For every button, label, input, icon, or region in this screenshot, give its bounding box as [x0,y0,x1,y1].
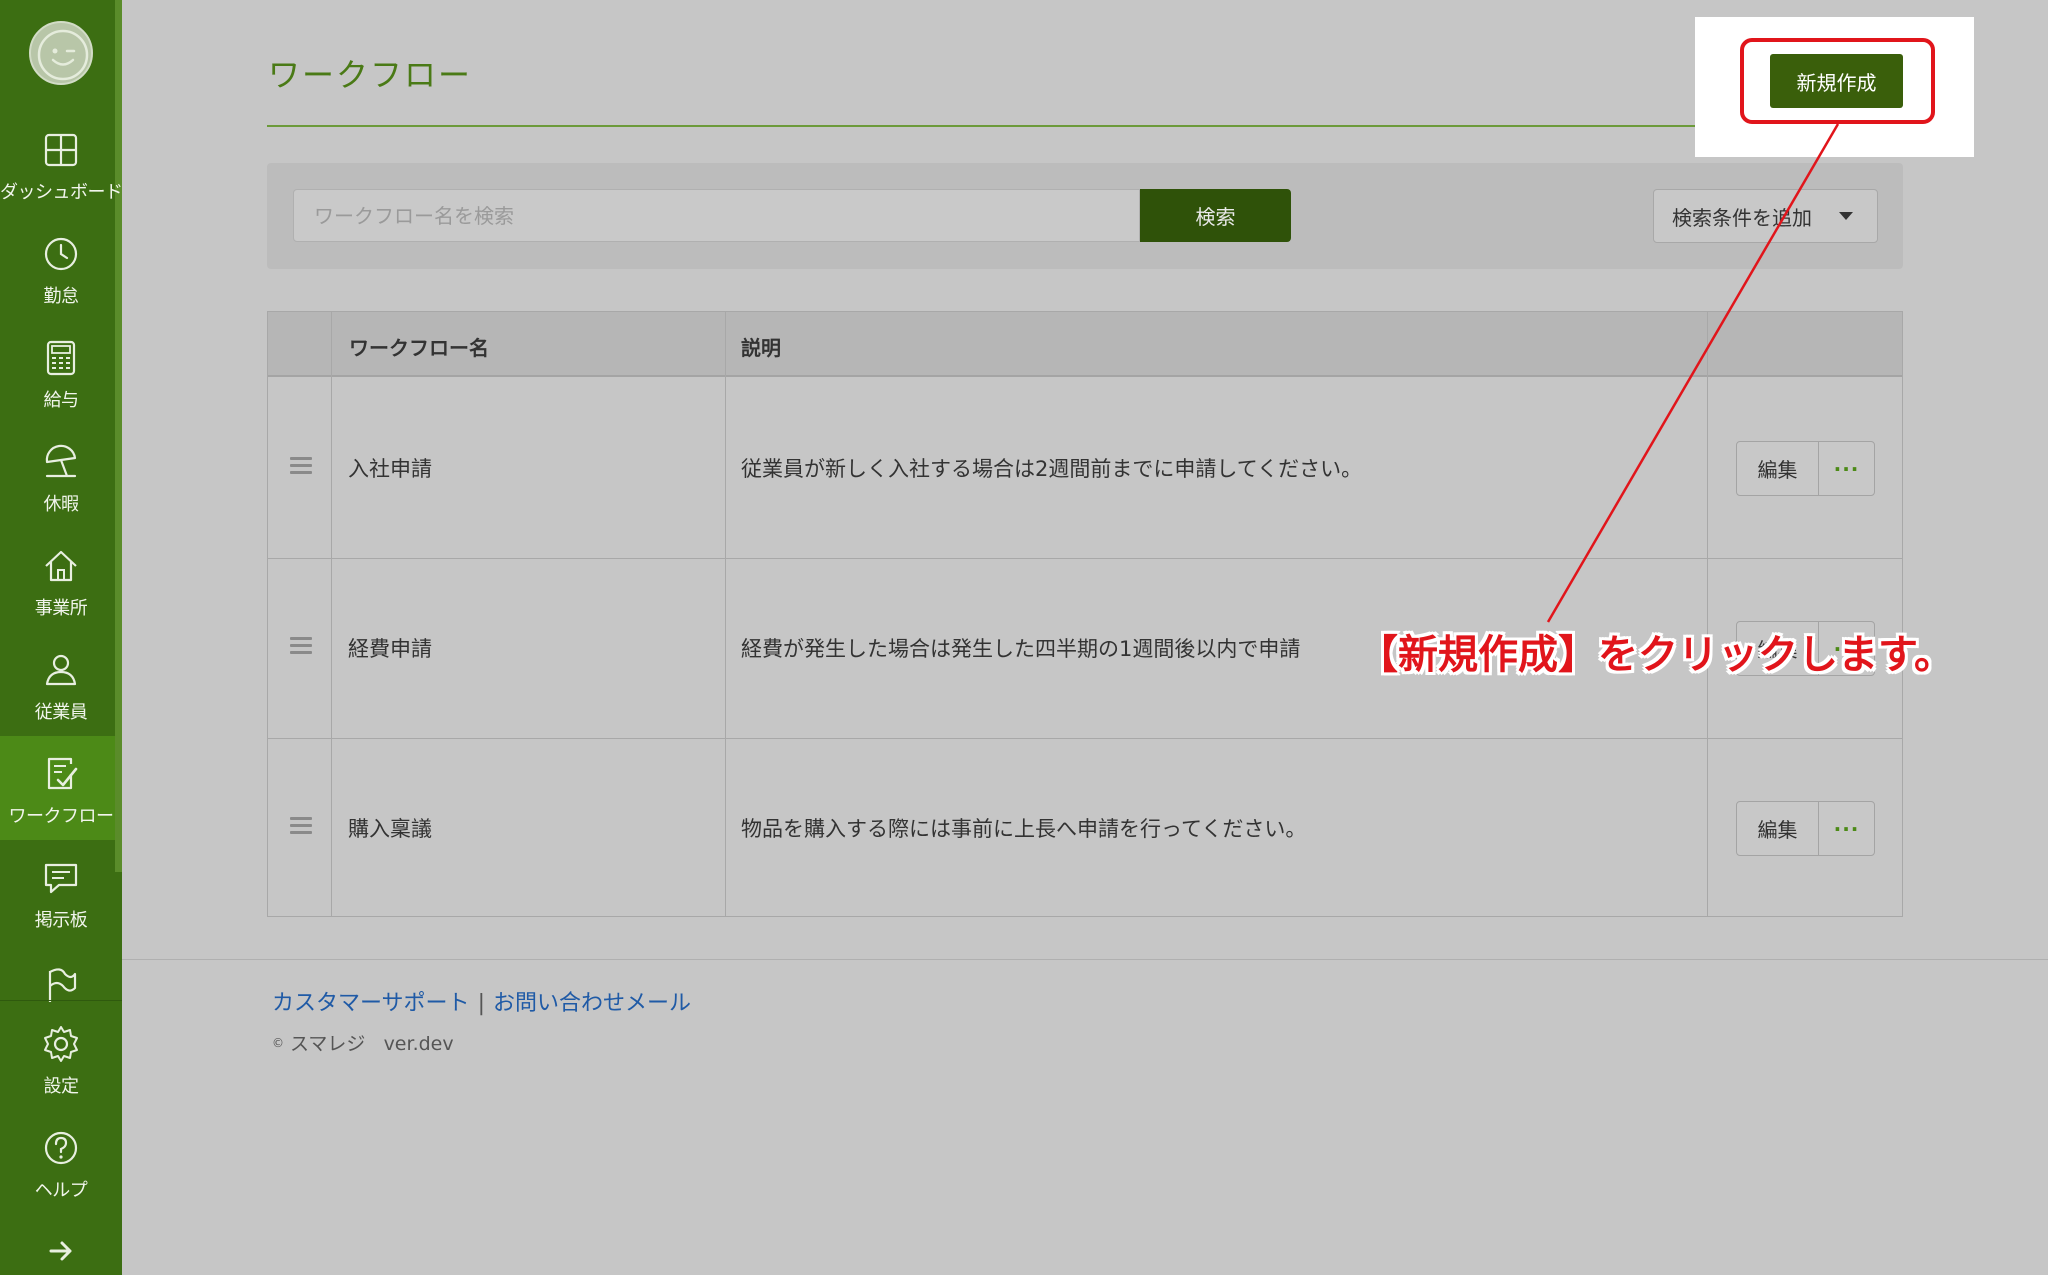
more-options-button[interactable]: ··· [1819,802,1874,855]
sidebar-item-settings[interactable]: 設定 [0,1010,115,1114]
workflow-description: 経費が発生した場合は発生した四半期の1週間後以内で申請 [741,637,1301,661]
search-button[interactable]: 検索 [1140,189,1291,242]
sidebar-item-label: 休暇 [43,494,80,515]
calculator-icon [46,340,76,376]
sidebar-item-attendance[interactable]: 勤怠 [0,216,115,320]
smile-icon [37,29,89,81]
contact-mail-link[interactable]: お問い合わせメール [493,991,691,1016]
workflow-table: ワークフロー名 説明 入社申請 従業員が新しく入社する場合は2週間前までに申請し… [267,311,1903,917]
footer-divider [122,959,2048,960]
more-options-button[interactable]: ··· [1819,442,1874,495]
sidebar-item-label: ダッシュボード [0,182,123,203]
person-icon [45,654,77,686]
footer-separator: | [477,991,485,1016]
sidebar-item-dashboard[interactable]: ダッシュボード [0,112,123,216]
sidebar-item-label: ヘルプ [34,1180,88,1201]
sidebar: ダッシュボード 勤怠 給与 休暇 事業所 従業員 ワークフロー 掲示板 設定 ヘ… [0,0,123,1275]
sidebar-item-vacation[interactable]: 休暇 [0,424,115,528]
sidebar-item-flag[interactable] [0,944,115,1002]
search-input[interactable] [293,189,1140,242]
sidebar-item-board[interactable]: 掲示板 [0,840,115,944]
sidebar-item-payroll[interactable]: 給与 [0,320,115,424]
add-search-condition-label: 検索条件を追加 [1672,205,1812,230]
version-label: ver.dev [383,1033,454,1055]
message-board-icon [44,863,78,894]
sidebar-item-workflow[interactable]: ワークフロー [0,736,115,840]
annotation-text: 【新規作成】をクリックします。 [1358,632,1954,678]
workflow-name: 入社申請 [348,457,432,481]
help-icon [44,1131,78,1165]
table-header: ワークフロー名 説明 [268,312,1902,377]
edit-button[interactable]: 編集 [1737,802,1819,855]
sidebar-item-label: 従業員 [34,702,88,723]
table-row: 購入稟議 物品を購入する際には事前に上長へ申請を行ってください。 編集 ··· [268,739,1902,919]
company-name: スマレジ [290,1033,366,1055]
drag-handle-icon[interactable] [290,817,312,835]
title-divider [267,125,1743,127]
sidebar-divider [0,1000,122,1001]
annotation-ring [1740,38,1935,124]
dashboard-icon [44,133,78,167]
copyright: © スマレジ ver.dev [272,1029,454,1056]
gear-icon [44,1026,78,1062]
customer-support-link[interactable]: カスタマーサポート [272,991,470,1016]
workflow-name: 経費申請 [348,637,432,661]
caret-down-icon [1839,212,1853,220]
expand-arrow-icon[interactable] [46,1236,76,1266]
table-row: 入社申請 従業員が新しく入社する場合は2週間前までに申請してください。 編集 ·… [268,379,1902,559]
workflow-check-icon [47,757,78,790]
column-header-name: ワークフロー名 [349,336,489,360]
row-actions: 編集 ··· [1736,441,1875,496]
workflow-description: 物品を購入する際には事前に上長へ申請を行ってください。 [741,817,1307,841]
sidebar-item-label: 給与 [43,390,80,411]
sidebar-item-label: 設定 [43,1076,80,1097]
sidebar-item-help[interactable]: ヘルプ [0,1114,115,1218]
sidebar-item-label: ワークフロー [8,806,115,827]
add-search-condition-dropdown[interactable]: 検索条件を追加 [1653,189,1878,243]
workflow-name: 購入稟議 [348,817,432,841]
sidebar-item-label: 勤怠 [43,286,80,307]
sidebar-item-label: 掲示板 [34,910,88,931]
beach-umbrella-icon [45,444,77,478]
footer-links: カスタマーサポート | お問い合わせメール [272,985,691,1017]
row-actions: 編集 ··· [1736,801,1875,856]
workflow-description: 従業員が新しく入社する場合は2週間前までに申請してください。 [741,457,1363,481]
clock-icon [44,237,78,271]
avatar[interactable] [29,21,93,85]
copyright-symbol: © [272,1036,284,1050]
drag-handle-icon[interactable] [290,457,312,475]
edit-button[interactable]: 編集 [1737,442,1819,495]
home-icon [45,550,77,582]
drag-handle-icon[interactable] [290,637,312,655]
sidebar-item-employees[interactable]: 従業員 [0,632,115,736]
sidebar-item-label: 事業所 [34,598,88,619]
sidebar-scrollbar[interactable] [115,0,122,872]
page-title: ワークフロー [268,56,473,94]
sidebar-item-office[interactable]: 事業所 [0,528,115,632]
column-header-description: 説明 [741,336,781,360]
